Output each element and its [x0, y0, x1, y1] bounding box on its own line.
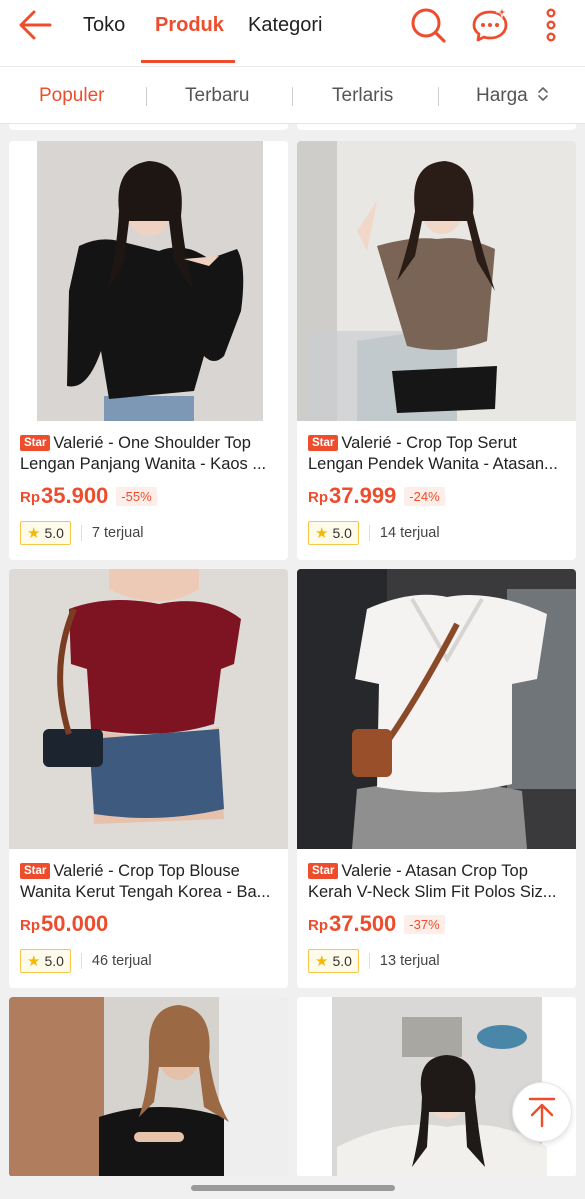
price-row: Rp 37.500 -37%: [308, 911, 445, 937]
rating-badge: ★ 5.0: [20, 521, 71, 545]
sort-harga[interactable]: Harga: [476, 85, 549, 107]
tab-toko[interactable]: Toko: [83, 14, 125, 37]
price-row: Rp 37.999 -24%: [308, 483, 445, 509]
back-arrow-icon: [19, 10, 52, 40]
chat-button[interactable]: [469, 4, 511, 46]
more-button[interactable]: [530, 4, 572, 46]
back-button[interactable]: [16, 8, 56, 42]
home-indicator[interactable]: [191, 1185, 395, 1191]
star-badge: Star: [20, 435, 51, 451]
product-title: Star Valerie - Atasan Crop Top Kerah V-Ne…: [308, 862, 557, 901]
rating-badge: ★ 5.0: [308, 521, 359, 545]
meta-row: ★ 5.0 14 terjual: [308, 521, 440, 545]
sold-count: 7 terjual: [91, 525, 144, 541]
tab-kategori[interactable]: Kategori: [248, 14, 323, 37]
product-card[interactable]: Star Valerié - Crop Top Serut Lengan Pend…: [297, 141, 576, 560]
sort-terbaru[interactable]: Terbaru: [185, 85, 249, 107]
star-icon: ★: [27, 525, 41, 542]
star-icon: ★: [315, 953, 329, 970]
discount-badge: -24%: [404, 486, 445, 506]
product-title: Star Valerié - Crop Top Blouse Wanita Ker…: [20, 862, 271, 901]
product-price: 37.500: [329, 911, 397, 936]
chat-icon: [472, 5, 509, 42]
rating-badge: ★ 5.0: [20, 949, 71, 973]
search-button[interactable]: [407, 4, 449, 46]
product-card[interactable]: Star Valerié - Crop Top Blouse Wanita Ker…: [9, 569, 288, 988]
rating-badge: ★ 5.0: [308, 949, 359, 973]
sort-harga-label: Harga: [476, 85, 528, 106]
scroll-to-top-button[interactable]: [512, 1082, 572, 1142]
arrow-up-to-top-icon: [528, 1097, 556, 1128]
active-tab-indicator: [141, 60, 235, 63]
star-icon: ★: [315, 525, 329, 542]
star-badge: Star: [308, 435, 339, 451]
product-price: 37.999: [329, 483, 397, 508]
product-title: Star Valerié - One Shoulder Top Lengan Pa…: [20, 434, 267, 473]
product-image: [9, 569, 288, 849]
meta-row: ★ 5.0 46 terjual: [20, 949, 152, 973]
meta-row: ★ 5.0 7 terjual: [20, 521, 144, 545]
tab-produk[interactable]: Produk: [155, 14, 224, 37]
sort-divider: [292, 87, 293, 106]
product-card-partial[interactable]: [297, 124, 576, 130]
sort-bar: Populer Terbaru Terlaris Harga: [0, 66, 585, 124]
product-image: [297, 569, 576, 849]
price-row: Rp 50.000: [20, 911, 109, 936]
product-card[interactable]: [9, 997, 288, 1177]
sort-terlaris[interactable]: Terlaris: [332, 85, 393, 107]
discount-badge: -37%: [404, 914, 445, 934]
product-card[interactable]: Star Valerie - Atasan Crop Top Kerah V-Ne…: [297, 569, 576, 988]
star-badge: Star: [20, 863, 51, 879]
meta-row: ★ 5.0 13 terjual: [308, 949, 440, 973]
product-image: [9, 997, 288, 1177]
sold-count: 14 terjual: [379, 525, 440, 541]
star-icon: ★: [27, 953, 41, 970]
more-vertical-icon: [546, 8, 556, 42]
price-row: Rp 35.900 -55%: [20, 483, 157, 509]
top-navigation-bar: Toko Produk Kategori: [0, 0, 585, 66]
sold-count: 13 terjual: [379, 953, 440, 969]
product-image: [9, 141, 288, 421]
product-image: [297, 141, 576, 421]
product-price: 35.900: [41, 483, 109, 508]
sold-count: 46 terjual: [91, 953, 152, 969]
product-card[interactable]: Star Valerié - One Shoulder Top Lengan Pa…: [9, 141, 288, 560]
star-badge: Star: [308, 863, 339, 879]
sort-divider: [146, 87, 147, 106]
discount-badge: -55%: [116, 486, 157, 506]
sort-populer[interactable]: Populer: [39, 85, 105, 107]
sort-divider: [438, 87, 439, 106]
product-title: Star Valerié - Crop Top Serut Lengan Pend…: [308, 434, 558, 473]
sort-updown-icon: [538, 87, 548, 101]
product-price: 50.000: [41, 911, 109, 936]
product-card-partial[interactable]: [9, 124, 288, 130]
search-icon: [411, 8, 446, 43]
